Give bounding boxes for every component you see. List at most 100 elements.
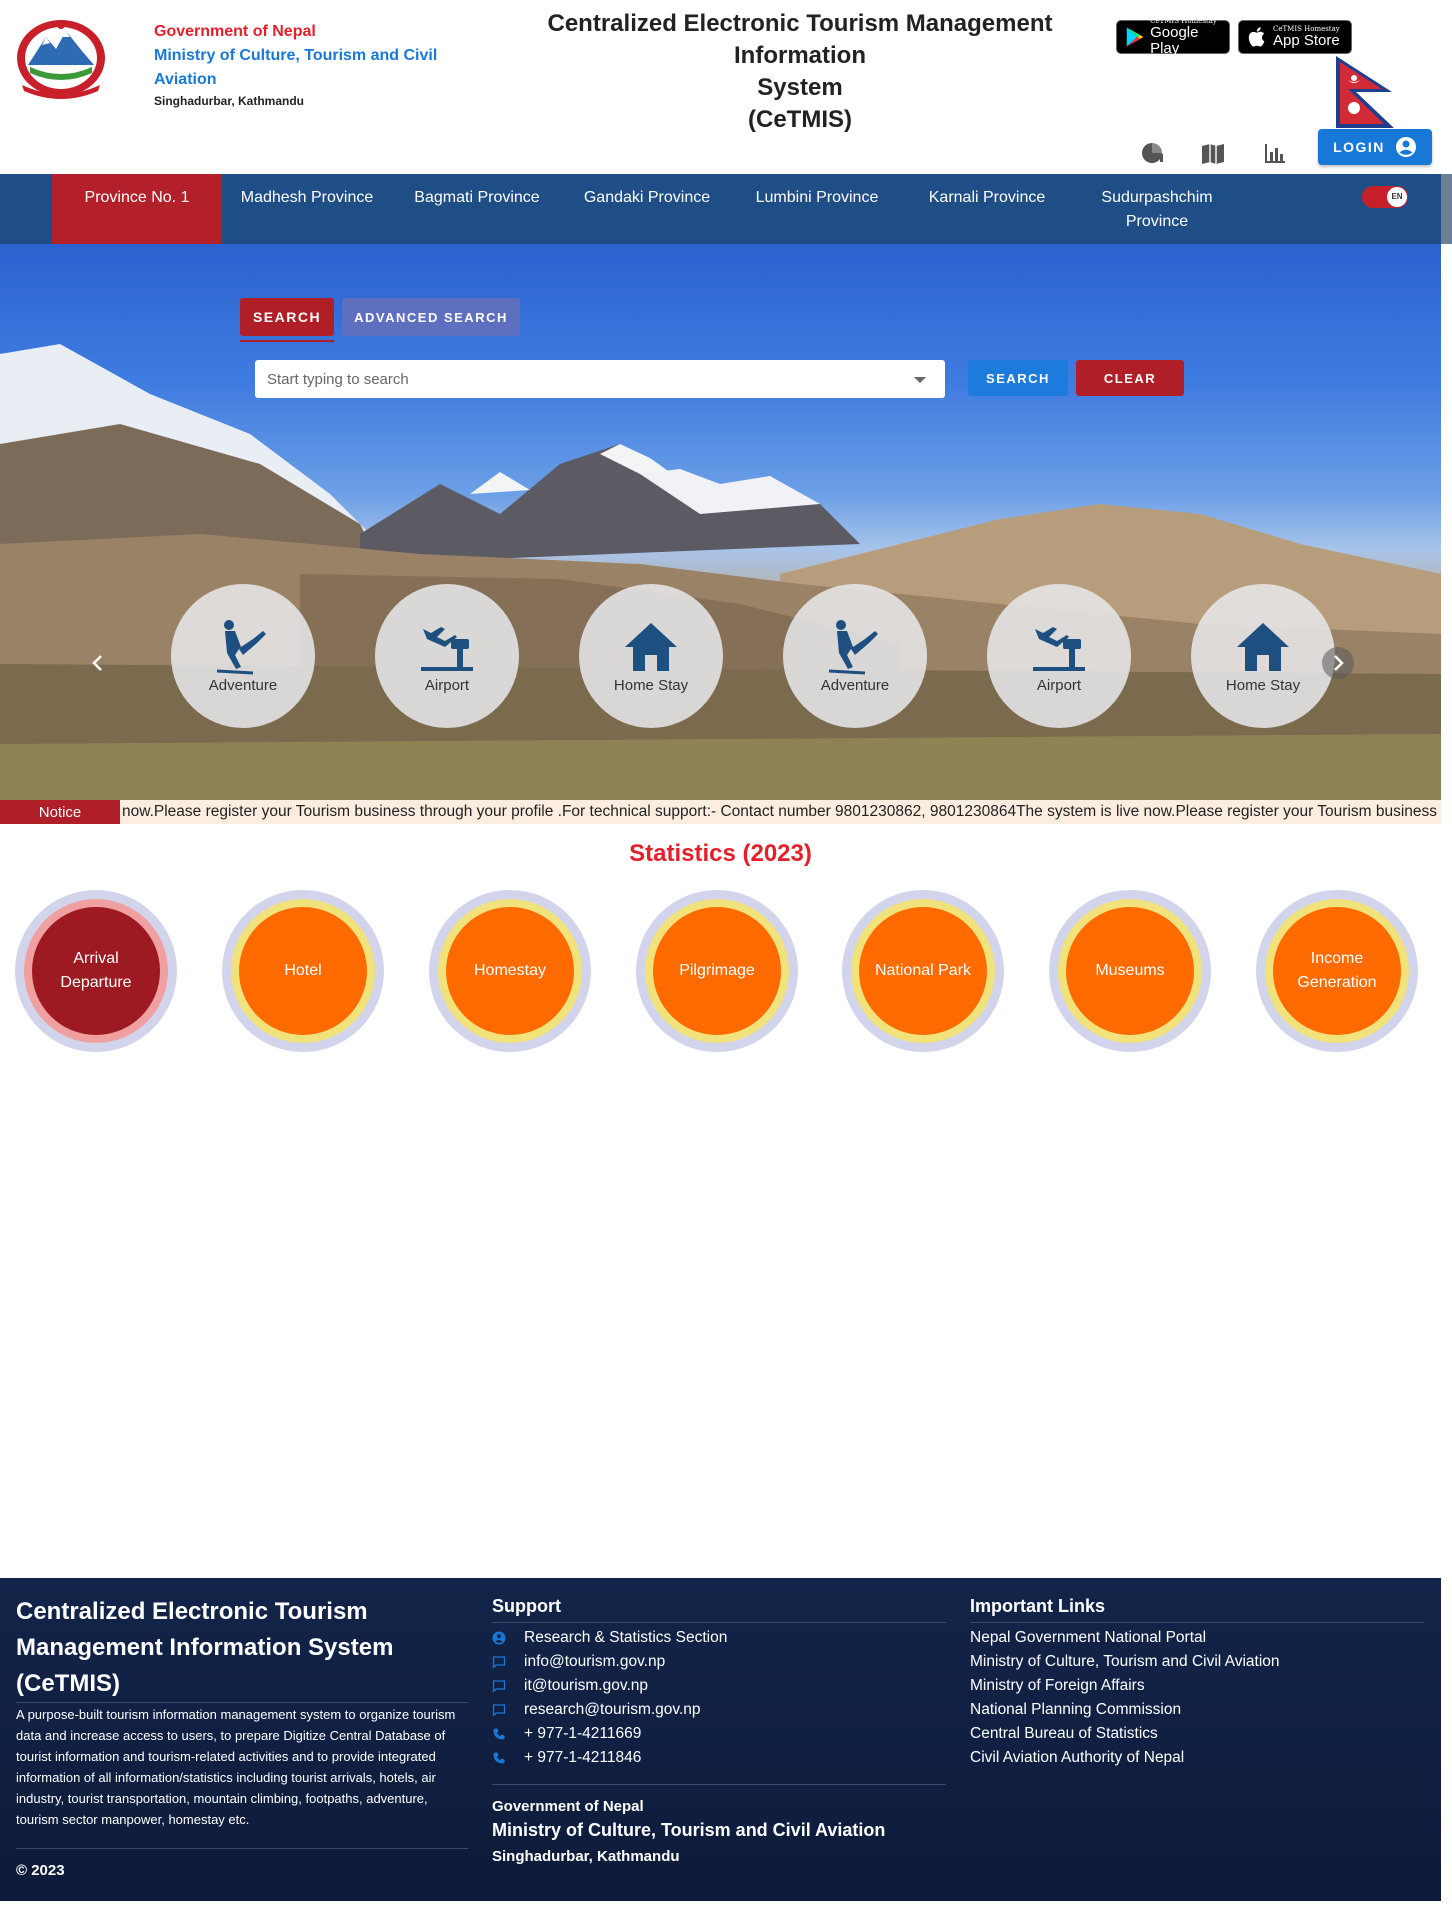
airport-icon <box>421 626 473 671</box>
skiing-icon <box>216 619 266 674</box>
gov-name: Government of Nepal <box>154 23 316 40</box>
stat-national-park[interactable]: National Park <box>842 890 1004 1052</box>
nav-karnali-province[interactable]: Karnali Province <box>902 174 1072 244</box>
stat-museums[interactable]: Museums <box>1049 890 1211 1052</box>
notice-ticker: now.Please register your Tourism busines… <box>120 800 1441 824</box>
province-nav: Province No. 1 Madhesh Province Bagmati … <box>0 174 1441 244</box>
support-text: info@tourism.gov.np <box>524 1653 666 1670</box>
advanced-search-tab[interactable]: ADVANCED SEARCH <box>342 298 520 336</box>
stat-income-generation[interactable]: Income Generation <box>1256 890 1418 1052</box>
google-play-icon <box>1126 27 1144 47</box>
support-email-research[interactable]: research@tourism.gov.np <box>492 1698 701 1722</box>
footer-divider <box>16 1848 468 1849</box>
stat-ring: Homestay <box>438 899 582 1043</box>
category-home-stay[interactable]: Home Stay <box>1191 584 1335 728</box>
link-national-planning-commission[interactable]: National Planning Commission <box>970 1698 1181 1722</box>
link-central-bureau-statistics[interactable]: Central Bureau of Statistics <box>970 1722 1158 1746</box>
stat-label: Arrival Departure <box>32 907 160 1035</box>
apple-icon <box>1248 27 1265 47</box>
footer-ministry-name: Ministry of Culture, Tourism and Civil A… <box>492 1820 886 1840</box>
link-civil-aviation-authority[interactable]: Civil Aviation Authority of Nepal <box>970 1746 1184 1770</box>
support-text: research@tourism.gov.np <box>524 1701 701 1718</box>
stat-ring: National Park <box>851 899 995 1043</box>
stat-label: Hotel <box>239 907 367 1035</box>
ministry-block: Government of Nepal Ministry of Culture,… <box>154 20 454 108</box>
search-tab[interactable]: SEARCH <box>240 298 334 336</box>
page-scrollbar[interactable] <box>1441 174 1452 244</box>
category-label: Airport <box>1036 676 1082 694</box>
search-tab-indicator <box>240 340 334 342</box>
stat-label: Pilgrimage <box>653 907 781 1035</box>
nav-bagmati-province[interactable]: Bagmati Province <box>392 174 562 244</box>
stat-label: Homestay <box>446 907 574 1035</box>
skiing-icon <box>828 619 878 674</box>
email-icon <box>492 1680 506 1693</box>
clear-button[interactable]: CLEAR <box>1076 360 1184 396</box>
nepal-flag-icon <box>1336 56 1394 128</box>
home-icon <box>1237 622 1289 671</box>
footer-title: Centralized Electronic Tourism Managemen… <box>16 1598 394 1697</box>
dropdown-arrow-icon[interactable] <box>914 377 926 383</box>
category-airport[interactable]: Airport <box>375 584 519 728</box>
google-play-button[interactable]: CeTMIS Homestay Google Play <box>1116 17 1230 57</box>
login-button[interactable]: LOGIN <box>1318 129 1432 165</box>
category-home-stay[interactable]: Home Stay <box>579 584 723 728</box>
support-email-it[interactable]: it@tourism.gov.np <box>492 1674 648 1698</box>
search-input[interactable] <box>255 360 945 398</box>
map-book-icon[interactable] <box>1200 140 1226 166</box>
home-icon <box>625 622 677 671</box>
bar-chart-icon[interactable] <box>1262 140 1288 166</box>
carousel-prev-button[interactable] <box>82 647 114 679</box>
search-button[interactable]: SEARCH <box>968 360 1068 396</box>
stat-ring: Arrival Departure <box>24 899 168 1043</box>
link-national-portal[interactable]: Nepal Government National Portal <box>970 1626 1206 1650</box>
nav-madhesh-province[interactable]: Madhesh Province <box>222 174 392 244</box>
app-store-big-text: App Store <box>1273 32 1340 49</box>
stat-homestay[interactable]: Homestay <box>429 890 591 1052</box>
stat-label: Income Generation <box>1273 907 1401 1035</box>
stat-pilgrimage[interactable]: Pilgrimage <box>636 890 798 1052</box>
stat-label: National Park <box>859 907 987 1035</box>
support-phone-1[interactable]: + 977-1-4211669 <box>492 1722 641 1746</box>
page: Government of Nepal Ministry of Culture,… <box>0 0 1452 1911</box>
support-phone-2[interactable]: + 977-1-4211846 <box>492 1746 641 1770</box>
support-divider <box>492 1622 946 1623</box>
category-label: Home Stay <box>1225 676 1301 694</box>
category-label: Airport <box>424 676 470 694</box>
ministry-address: Singhadurbar, Kathmandu <box>154 94 305 108</box>
support-research-section: Research & Statistics Section <box>492 1626 727 1650</box>
stat-arrival-departure[interactable]: Arrival Departure <box>15 890 177 1052</box>
stat-ring: Museums <box>1058 899 1202 1043</box>
language-toggle[interactable]: EN <box>1362 186 1408 208</box>
category-adventure[interactable]: Adventure <box>783 584 927 728</box>
carousel-next-button[interactable] <box>1322 647 1354 679</box>
hero-banner: SEARCH ADVANCED SEARCH SEARCH CLEAR Adve… <box>0 244 1441 800</box>
notice-label: Notice <box>0 800 120 824</box>
link-ministry-culture-tourism[interactable]: Ministry of Culture, Tourism and Civil A… <box>970 1650 1280 1674</box>
support-text: + 977-1-4211669 <box>524 1725 642 1742</box>
app-store-button[interactable]: CeTMIS Homestay App Store <box>1238 20 1352 54</box>
category-adventure[interactable]: Adventure <box>171 584 315 728</box>
category-label: Adventure <box>208 676 278 694</box>
stat-hotel[interactable]: Hotel <box>222 890 384 1052</box>
support-divider <box>492 1784 946 1785</box>
account-circle-icon <box>1395 137 1416 157</box>
footer-gov-name: Government of Nepal <box>492 1798 644 1815</box>
chevron-left-icon <box>92 655 102 671</box>
nav-lumbini-province[interactable]: Lumbini Province <box>732 174 902 244</box>
stat-ring: Income Generation <box>1265 899 1409 1043</box>
support-email-info[interactable]: info@tourism.gov.np <box>492 1650 665 1674</box>
category-label: Home Stay <box>613 676 689 694</box>
links-divider <box>970 1622 1424 1623</box>
link-ministry-foreign-affairs[interactable]: Ministry of Foreign Affairs <box>970 1674 1145 1698</box>
history-icon[interactable] <box>1140 140 1166 166</box>
support-text: Research & Statistics Section <box>524 1629 728 1646</box>
site-title-line3: (CeTMIS) <box>748 106 852 133</box>
login-label: LOGIN <box>1333 139 1385 155</box>
nav-gandaki-province[interactable]: Gandaki Province <box>562 174 732 244</box>
stat-ring: Hotel <box>231 899 375 1043</box>
category-airport[interactable]: Airport <box>987 584 1131 728</box>
nav-sudurpashchim-province[interactable]: Sudurpashchim Province <box>1092 174 1222 244</box>
nav-province-1[interactable]: Province No. 1 <box>52 174 222 244</box>
notice-text: now.Please register your Tourism busines… <box>122 803 1441 820</box>
